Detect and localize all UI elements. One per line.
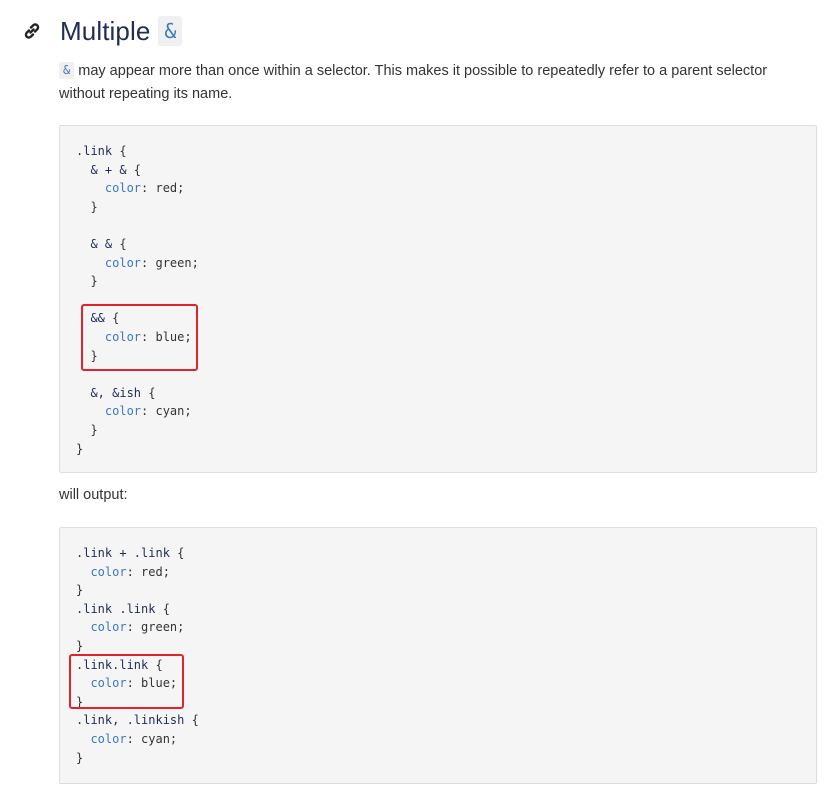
code-line: } [76,441,84,456]
highlight-box-output [69,654,184,709]
intro-paragraph: & may appear more than once within a sel… [59,60,809,106]
code-line: color: green; [90,620,185,635]
will-output-text: will output: [59,487,128,503]
section-heading: Multiple & [22,12,183,50]
input-code-block: .link { & + & { color: red; } & & { colo… [59,125,817,473]
highlight-box-input [81,304,198,371]
code-line: color: red; [90,564,170,579]
code-line: .link + .link { [76,546,185,560]
code-line: & + & { [90,162,142,177]
code-line: .link, .linkish { [76,713,199,728]
code-line: } [76,199,98,214]
code-line: .link { [76,144,127,158]
code-line: color: green; [104,255,199,270]
code-line: color: cyan; [104,404,192,419]
code-line: color: cyan; [90,732,178,746]
code-line: } [76,639,84,653]
heading-ampersand-code: & [158,16,183,46]
code-line: } [76,423,98,437]
code-line: .link .link { [76,601,170,616]
intro-text: may appear more than once within a selec… [59,63,768,102]
code-line: color: red; [104,181,185,196]
code-line: & & { [90,237,127,251]
code-line: } [76,583,84,598]
code-line: &, &ish { [90,385,156,400]
code-line: } [76,274,98,289]
page-title: Multiple [60,15,151,46]
inline-code-ampersand: & [59,62,75,79]
link-icon[interactable] [22,21,42,41]
code-line: } [76,750,84,765]
